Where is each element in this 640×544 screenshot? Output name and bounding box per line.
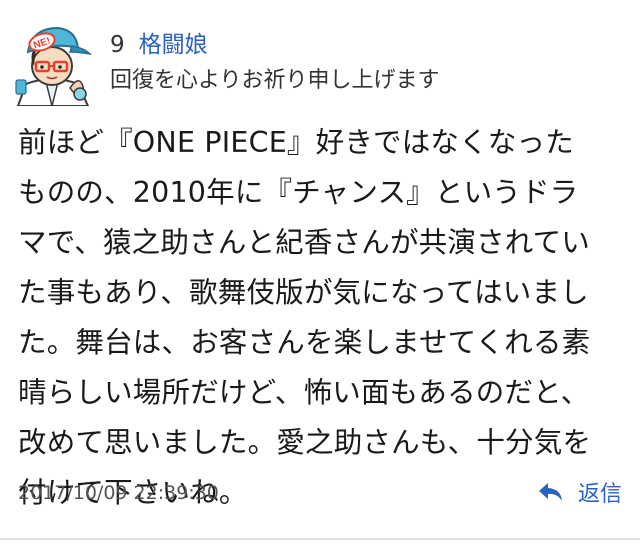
bottom-divider <box>0 538 640 540</box>
avatar-illustration: NE! <box>12 22 96 106</box>
avatar[interactable]: NE! <box>12 22 96 106</box>
comment-footer: 2017/10/09 22:39:30 返信 <box>18 476 626 512</box>
comment-meta: 9 格闘娘 回復を心よりお祈り申し上げます <box>110 28 610 98</box>
comment-timestamp: 2017/10/09 22:39:30 <box>18 482 219 504</box>
reply-label: 返信 <box>577 482 622 507</box>
comment-header: NE! 9 格闘娘 回復を心よりお祈り申し上げます <box>12 18 628 114</box>
author-name-link[interactable]: 格闘娘 <box>139 28 208 62</box>
reply-button[interactable]: 返信 <box>538 476 622 508</box>
comment-card: NE! 9 格闘娘 回復を心よりお祈り申し上げます 前ほど『ONE PIECE』… <box>0 0 640 544</box>
comment-number: 9 <box>110 32 125 58</box>
reply-arrow-icon <box>538 483 562 501</box>
meta-row: 9 格闘娘 <box>110 28 610 62</box>
comment-body: 前ほど『ONE PIECE』好きではなくなった ものの、2010年に『チャンス』… <box>18 126 592 509</box>
comment-subtitle: 回復を心よりお祈り申し上げます <box>110 68 440 93</box>
